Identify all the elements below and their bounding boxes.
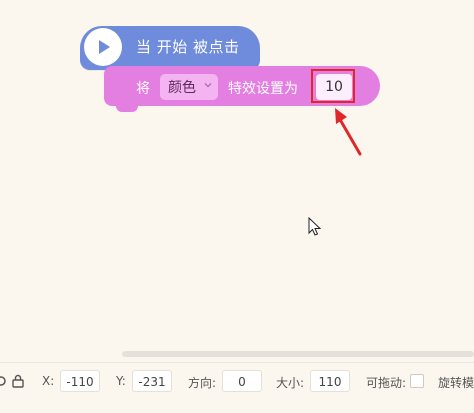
lock-icon[interactable] bbox=[11, 374, 25, 388]
block-connector-notch bbox=[116, 104, 138, 112]
size-label: 大小: bbox=[276, 376, 305, 390]
y-position-field[interactable]: -231 bbox=[132, 370, 172, 392]
visibility-icon[interactable] bbox=[0, 374, 8, 388]
value-highlight-box bbox=[311, 69, 355, 103]
hat-block-label: 当 开始 被点击 bbox=[136, 38, 240, 56]
x-position-field[interactable]: -110 bbox=[60, 370, 100, 392]
set-effect-prefix-label: 将 bbox=[136, 81, 150, 97]
direction-label: 方向: bbox=[188, 376, 217, 390]
play-icon bbox=[84, 28, 122, 66]
size-field[interactable]: 110 bbox=[310, 370, 350, 392]
mouse-cursor-icon bbox=[308, 217, 322, 236]
chevron-down-icon bbox=[204, 83, 212, 88]
draggable-label: 可拖动: bbox=[366, 376, 407, 390]
effect-type-value: 颜色 bbox=[168, 80, 196, 96]
rotation-mode-label: 旋转模 bbox=[438, 376, 474, 390]
horizontal-scrollbar[interactable] bbox=[122, 351, 474, 357]
set-effect-middle-label: 特效设置为 bbox=[228, 81, 298, 97]
effect-type-dropdown[interactable]: 颜色 bbox=[160, 74, 218, 100]
draggable-checkbox[interactable] bbox=[410, 374, 424, 388]
x-label: X: bbox=[42, 374, 55, 388]
annotation-arrow-icon bbox=[335, 108, 362, 156]
y-label: Y: bbox=[116, 374, 126, 388]
direction-field[interactable]: 0 bbox=[222, 370, 262, 392]
